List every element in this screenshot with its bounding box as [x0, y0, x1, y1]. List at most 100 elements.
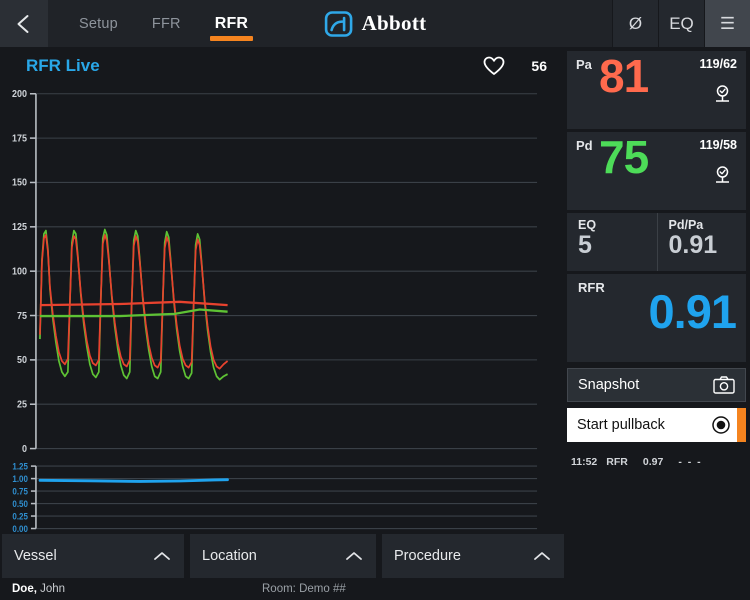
vessel-label: Vessel [14, 548, 57, 564]
ratio-tick-labels: 1.25 1.00 0.75 0.50 0.25 0.00 [12, 461, 28, 534]
pa-waveform [39, 234, 229, 370]
pa-vital-card[interactable]: Pa 81 119/62 [567, 51, 746, 129]
rfr-label: RFR [578, 280, 605, 295]
snapshot-button[interactable]: Snapshot [567, 368, 746, 402]
room-label: Room: [262, 583, 296, 595]
eq-card[interactable]: EQ 5 [567, 213, 657, 271]
hamburger-icon: ☰ [719, 13, 736, 33]
pdpa-value: 0.91 [668, 231, 718, 259]
svg-text:100: 100 [12, 265, 27, 276]
pressure-panel: 200 175 150 125 100 75 50 25 0 [12, 88, 538, 454]
pa-value: 81 [599, 50, 649, 102]
history-value: 0.97 [642, 456, 664, 468]
menu-button[interactable]: ☰ [704, 0, 750, 47]
vitals-panel: Pa 81 119/62 Pd 75 119/58 EQ 5 Pd/Pa 0.9… [565, 47, 750, 578]
pullback-label: Start pullback [577, 417, 665, 433]
eq-label: EQ [578, 218, 597, 232]
brand-logo: Abbott [324, 0, 427, 47]
arrow-left-icon [17, 14, 29, 33]
nav-tabs: Setup FFR RFR [48, 0, 265, 47]
rfr-value: 0.91 [648, 285, 737, 338]
pressure-gridlines [35, 93, 538, 450]
pressure-tick-labels: 200 175 150 125 100 75 50 25 0 [12, 88, 27, 454]
svg-text:0.00: 0.00 [12, 523, 28, 533]
svg-text:175: 175 [12, 132, 27, 143]
application-window: Setup FFR RFR Abbott Ø EQ ☰ RFR Live 56 … [0, 0, 750, 600]
heart-icon [484, 56, 505, 75]
procedure-dropdown[interactable]: Procedure [382, 534, 564, 578]
tab-ffr[interactable]: FFR [135, 0, 198, 47]
pullback-accent-bar [737, 408, 746, 442]
main-content: RFR Live 56 200 175 150 125 100 75 50 25… [0, 47, 750, 578]
start-pullback-button[interactable]: Start pullback [567, 408, 746, 442]
vessel-dropdown[interactable]: Vessel [2, 534, 184, 578]
chevron-up-icon [154, 552, 170, 560]
equalize-button[interactable]: EQ [658, 0, 704, 47]
ratio-panel: 1.25 1.00 0.75 0.50 0.25 0.00 [12, 461, 538, 534]
chart-title: RFR Live [26, 56, 100, 75]
tab-ffr-label: FFR [151, 15, 181, 32]
back-button[interactable] [0, 0, 48, 47]
history-type: RFR [606, 456, 628, 468]
active-tab-indicator [209, 36, 254, 41]
svg-text:0.50: 0.50 [12, 498, 28, 508]
location-dropdown[interactable]: Location [190, 534, 376, 578]
svg-text:25: 25 [17, 398, 27, 409]
rfr-card[interactable]: RFR 0.91 [567, 274, 746, 362]
pdpa-label: Pd/Pa [668, 218, 704, 232]
patient-first-name: John [36, 583, 66, 595]
svg-text:1.25: 1.25 [12, 461, 28, 471]
heart-rate-display: 56 [483, 56, 547, 76]
pd-label: Pd [576, 138, 593, 153]
ratio-trace [38, 478, 229, 483]
room-info: Room: Demo ## [262, 583, 346, 595]
pa-label: Pa [576, 57, 592, 72]
tab-rfr-label: RFR [214, 14, 249, 32]
location-label: Location [202, 548, 257, 564]
eq-value: 5 [578, 231, 592, 259]
history-row[interactable]: 11:52 RFR 0.97 - - - [567, 453, 746, 471]
pdpa-card[interactable]: Pd/Pa 0.91 [656, 213, 747, 271]
svg-text:0.25: 0.25 [12, 511, 28, 521]
pd-value: 75 [599, 131, 649, 183]
pa-mean-line [39, 300, 228, 307]
svg-text:0.75: 0.75 [12, 486, 28, 496]
tab-rfr[interactable]: RFR [198, 0, 265, 47]
ratio-cards: EQ 5 Pd/Pa 0.91 [567, 213, 746, 271]
ratio-gridlines [35, 465, 538, 530]
top-action-buttons: Ø EQ ☰ [612, 0, 750, 47]
waveform-svg: 200 175 150 125 100 75 50 25 0 1.25 1.00… [12, 88, 538, 534]
camera-icon [713, 376, 735, 394]
svg-text:50: 50 [17, 354, 27, 365]
svg-text:75: 75 [17, 309, 27, 320]
svg-text:125: 125 [12, 221, 27, 232]
pd-vital-card[interactable]: Pd 75 119/58 [567, 132, 746, 210]
svg-text:200: 200 [12, 88, 27, 99]
transducer-ok-icon [716, 166, 729, 183]
svg-text:0: 0 [22, 442, 27, 453]
transducer-ok-icon [716, 85, 729, 102]
chevron-up-icon [534, 552, 550, 560]
top-navigation-bar: Setup FFR RFR Abbott Ø EQ ☰ [0, 0, 750, 47]
chart-column: RFR Live 56 200 175 150 125 100 75 50 25… [0, 47, 565, 578]
measurement-history: 11:52 RFR 0.97 - - - [567, 453, 746, 471]
tab-setup-label: Setup [79, 15, 118, 32]
chart-header: RFR Live 56 [0, 47, 565, 85]
snapshot-label: Snapshot [578, 377, 640, 393]
patient-name: Doe, John [12, 583, 65, 595]
record-icon [712, 416, 730, 434]
pd-pressure: 119/58 [699, 138, 737, 152]
svg-text:150: 150 [12, 176, 27, 187]
zero-icon: Ø [628, 13, 643, 33]
waveform-plot-area[interactable]: 200 175 150 125 100 75 50 25 0 1.25 1.00… [0, 85, 565, 534]
zero-button[interactable]: Ø [612, 0, 658, 47]
pressure-y-ticks [29, 92, 36, 450]
equalize-label: EQ [669, 13, 694, 33]
chevron-up-icon [346, 552, 362, 560]
status-bar: Doe, John Room: Demo ## [0, 578, 750, 600]
brand-name: Abbott [361, 11, 427, 35]
pa-pressure: 119/62 [699, 57, 737, 71]
procedure-label: Procedure [394, 548, 461, 564]
tab-setup[interactable]: Setup [62, 0, 135, 47]
room-value: Demo ## [299, 583, 346, 595]
